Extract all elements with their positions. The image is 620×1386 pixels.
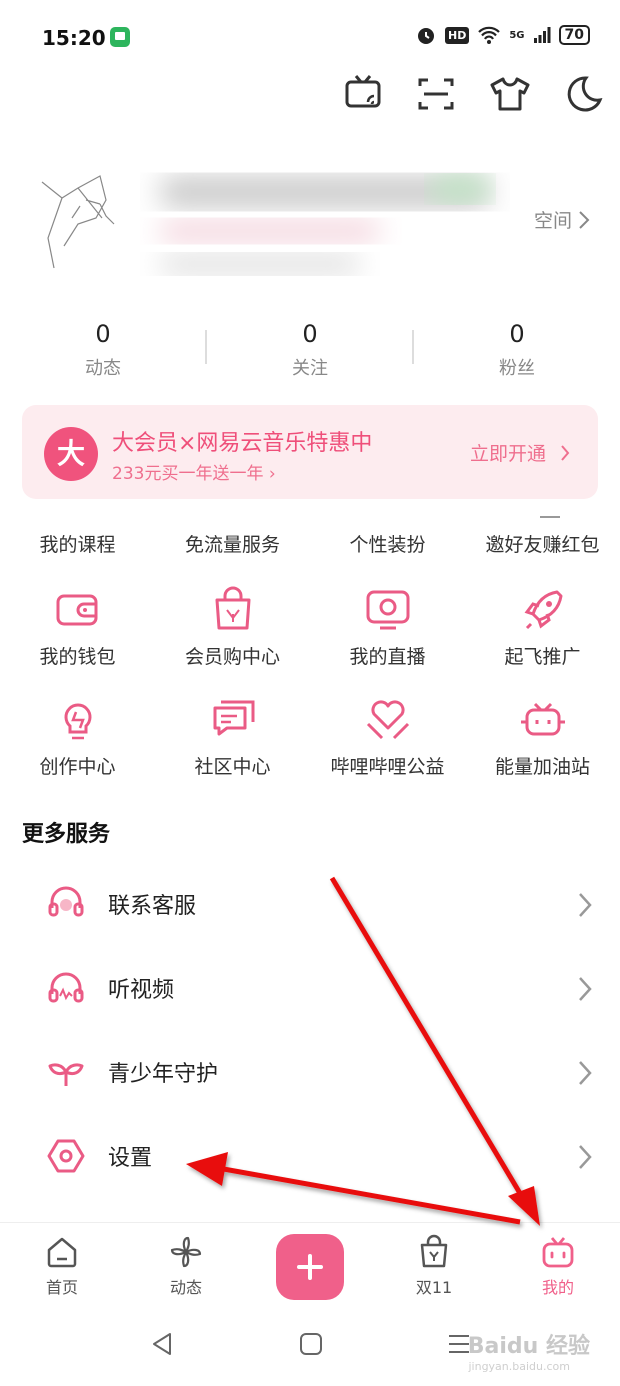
chevron-right-icon xyxy=(561,444,570,461)
stat-value: 0 xyxy=(95,320,111,348)
wifi-icon xyxy=(478,26,501,44)
back-triangle-icon xyxy=(153,1333,171,1355)
system-home-button[interactable] xyxy=(298,1330,324,1358)
energy-tv-icon xyxy=(517,694,569,746)
grid-item-member-shop[interactable]: 会员购中心 xyxy=(155,584,310,669)
signal-icon xyxy=(533,27,551,43)
vip-action-label: 立即开通 xyxy=(469,443,546,465)
row-label: 设置 xyxy=(108,1146,153,1171)
row-label: 联系客服 xyxy=(108,894,197,919)
hd-badge: HD xyxy=(445,26,470,44)
customer-service-row[interactable]: 联系客服 xyxy=(0,864,620,948)
baidu-watermark: Baidu 经验 xyxy=(467,1334,590,1359)
wallet-icon xyxy=(52,584,104,636)
personal-theme-item[interactable]: 个性装扮 xyxy=(310,530,465,557)
headphones-icon xyxy=(46,968,86,1008)
alarm-icon xyxy=(418,28,434,44)
heart-hands-icon xyxy=(362,694,414,746)
row-label: 听视频 xyxy=(108,978,175,1003)
nav-dynamics[interactable]: 动态 xyxy=(141,1234,231,1298)
nav-double11[interactable]: 双11 xyxy=(389,1234,479,1298)
chevron-right-icon xyxy=(579,210,590,229)
grid-item-energy-station[interactable]: 能量加油站 xyxy=(465,694,620,779)
network-type: 5G xyxy=(509,29,525,41)
nav-home[interactable]: 首页 xyxy=(17,1234,107,1298)
space-label: 空间 xyxy=(533,210,572,232)
grid-item-charity[interactable]: 哔哩哔哩公益 xyxy=(310,694,465,779)
my-courses-item[interactable]: 我的课程 xyxy=(0,530,155,557)
battery-level: 70 xyxy=(558,25,590,45)
profile-info-blurred xyxy=(140,150,510,290)
cast-tv-icon[interactable] xyxy=(342,72,386,116)
pinwheel-icon xyxy=(168,1234,204,1270)
listen-video-row[interactable]: 听视频 xyxy=(0,948,620,1032)
free-data-item[interactable]: 免流量服务 xyxy=(155,530,310,557)
lightbulb-icon xyxy=(52,694,104,746)
live-tv-icon xyxy=(362,584,414,636)
scroll-indicator xyxy=(540,516,560,518)
stat-following[interactable]: 0 关注 xyxy=(207,320,413,380)
grid-item-my-live[interactable]: 我的直播 xyxy=(310,584,465,669)
more-services-title: 更多服务 xyxy=(22,822,111,847)
vip-title: 大会员×网易云音乐特惠中 xyxy=(112,431,373,456)
status-icons: HD 5G 70 xyxy=(415,24,590,46)
publish-plus-button[interactable] xyxy=(276,1234,344,1300)
nav-divider xyxy=(0,1222,620,1223)
system-back-button[interactable] xyxy=(150,1330,174,1358)
stat-value: 0 xyxy=(509,320,525,348)
row-label: 青少年守护 xyxy=(108,1062,219,1087)
vip-subtitle: 233元买一年送一年 › xyxy=(112,464,276,484)
hexagon-settings-icon xyxy=(46,1136,86,1176)
rocket-icon xyxy=(517,584,569,636)
stat-label: 动态 xyxy=(85,358,121,379)
outfit-shirt-icon[interactable] xyxy=(488,72,532,116)
grid-item-wallet[interactable]: 我的钱包 xyxy=(0,584,155,669)
stat-value: 0 xyxy=(302,320,318,348)
vip-open-button[interactable]: 立即开通 xyxy=(470,439,570,466)
headset-icon xyxy=(46,884,86,924)
avatar[interactable] xyxy=(36,170,132,270)
nav-mine[interactable]: 我的 xyxy=(513,1234,603,1298)
grid-item-promote[interactable]: 起飞推广 xyxy=(465,584,620,669)
stat-dynamics[interactable]: 0 动态 xyxy=(0,320,206,380)
stat-followers[interactable]: 0 粉丝 xyxy=(414,320,620,380)
teen-protection-row[interactable]: 青少年守护 xyxy=(0,1032,620,1116)
status-time: 15:20 xyxy=(42,26,106,50)
shopping-bag-icon xyxy=(207,584,259,636)
space-link[interactable]: 空间 xyxy=(534,206,590,233)
scan-icon[interactable] xyxy=(414,72,458,116)
settings-row[interactable]: 设置 xyxy=(0,1116,620,1200)
bilibili-tv-icon xyxy=(540,1234,576,1270)
plus-icon xyxy=(297,1254,323,1280)
sprout-icon xyxy=(46,1052,86,1092)
night-mode-moon-icon[interactable] xyxy=(560,72,604,116)
grid-item-creation-center[interactable]: 创作中心 xyxy=(0,694,155,779)
vip-banner[interactable]: 大 大会员×网易云音乐特惠中 233元买一年送一年 › 立即开通 xyxy=(22,405,598,499)
grid-item-community[interactable]: 社区中心 xyxy=(155,694,310,779)
chat-icon xyxy=(207,694,259,746)
home-square-icon xyxy=(300,1333,322,1355)
shopping-bag-icon xyxy=(416,1234,452,1270)
message-notification-icon xyxy=(110,27,130,47)
home-icon xyxy=(44,1234,80,1270)
chevron-right-icon xyxy=(576,974,594,1004)
chevron-right-icon xyxy=(576,890,594,920)
chevron-right-icon xyxy=(576,1058,594,1088)
chevron-right-icon xyxy=(576,1142,594,1172)
baidu-watermark-url: jingyan.baidu.com xyxy=(468,1360,570,1373)
stat-label: 粉丝 xyxy=(499,358,535,379)
vip-badge: 大 xyxy=(44,427,98,481)
invite-friends-item[interactable]: 邀好友赚红包 xyxy=(465,530,620,557)
stat-label: 关注 xyxy=(292,358,328,379)
